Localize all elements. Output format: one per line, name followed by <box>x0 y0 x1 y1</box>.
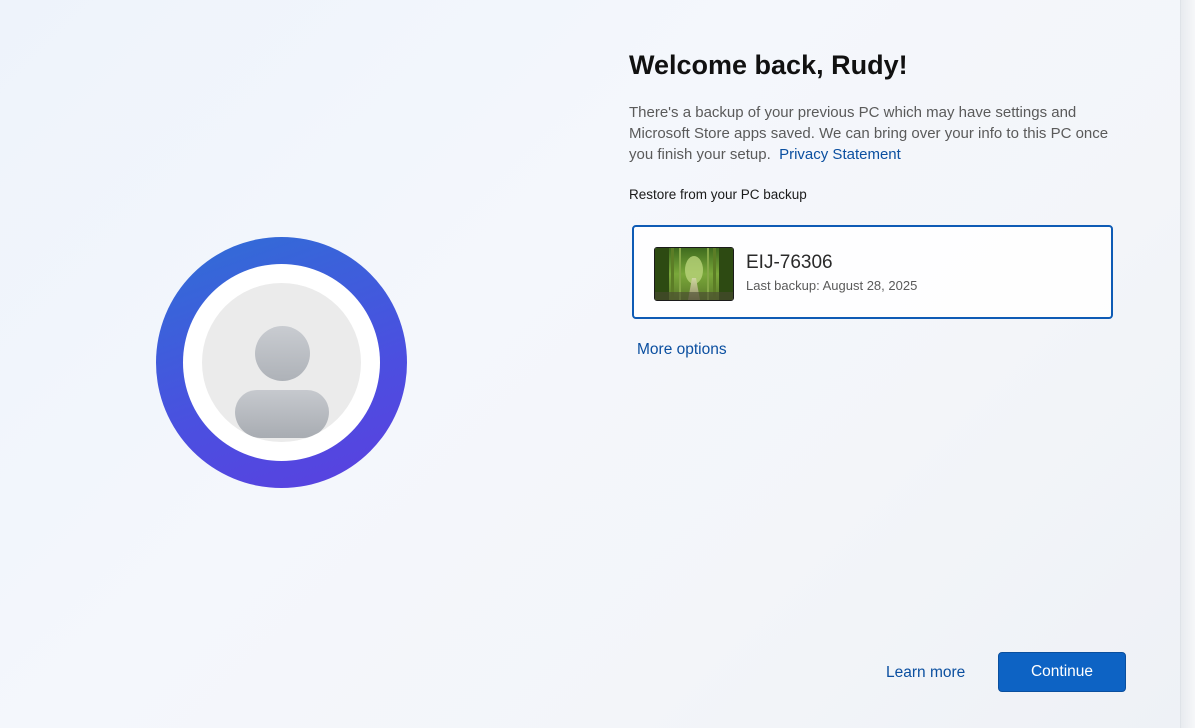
learn-more-link[interactable]: Learn more <box>886 664 965 682</box>
backup-card[interactable]: EIJ-76306 Last backup: August 28, 2025 <box>632 225 1113 319</box>
backup-date: Last backup: August 28, 2025 <box>746 278 918 293</box>
bamboo-forest-thumbnail-icon <box>654 247 734 301</box>
backup-device-name: EIJ-76306 <box>746 252 833 273</box>
restore-section-label: Restore from your PC backup <box>629 187 807 202</box>
user-avatar <box>156 237 407 488</box>
user-avatar-icon <box>202 283 361 442</box>
privacy-statement-link[interactable]: Privacy Statement <box>779 146 901 163</box>
continue-button[interactable]: Continue <box>998 652 1126 692</box>
window-edge <box>1180 0 1195 728</box>
page-title: Welcome back, Rudy! <box>629 50 908 80</box>
welcome-description: There's a backup of your previous PC whi… <box>629 102 1109 165</box>
more-options-link[interactable]: More options <box>637 341 727 359</box>
